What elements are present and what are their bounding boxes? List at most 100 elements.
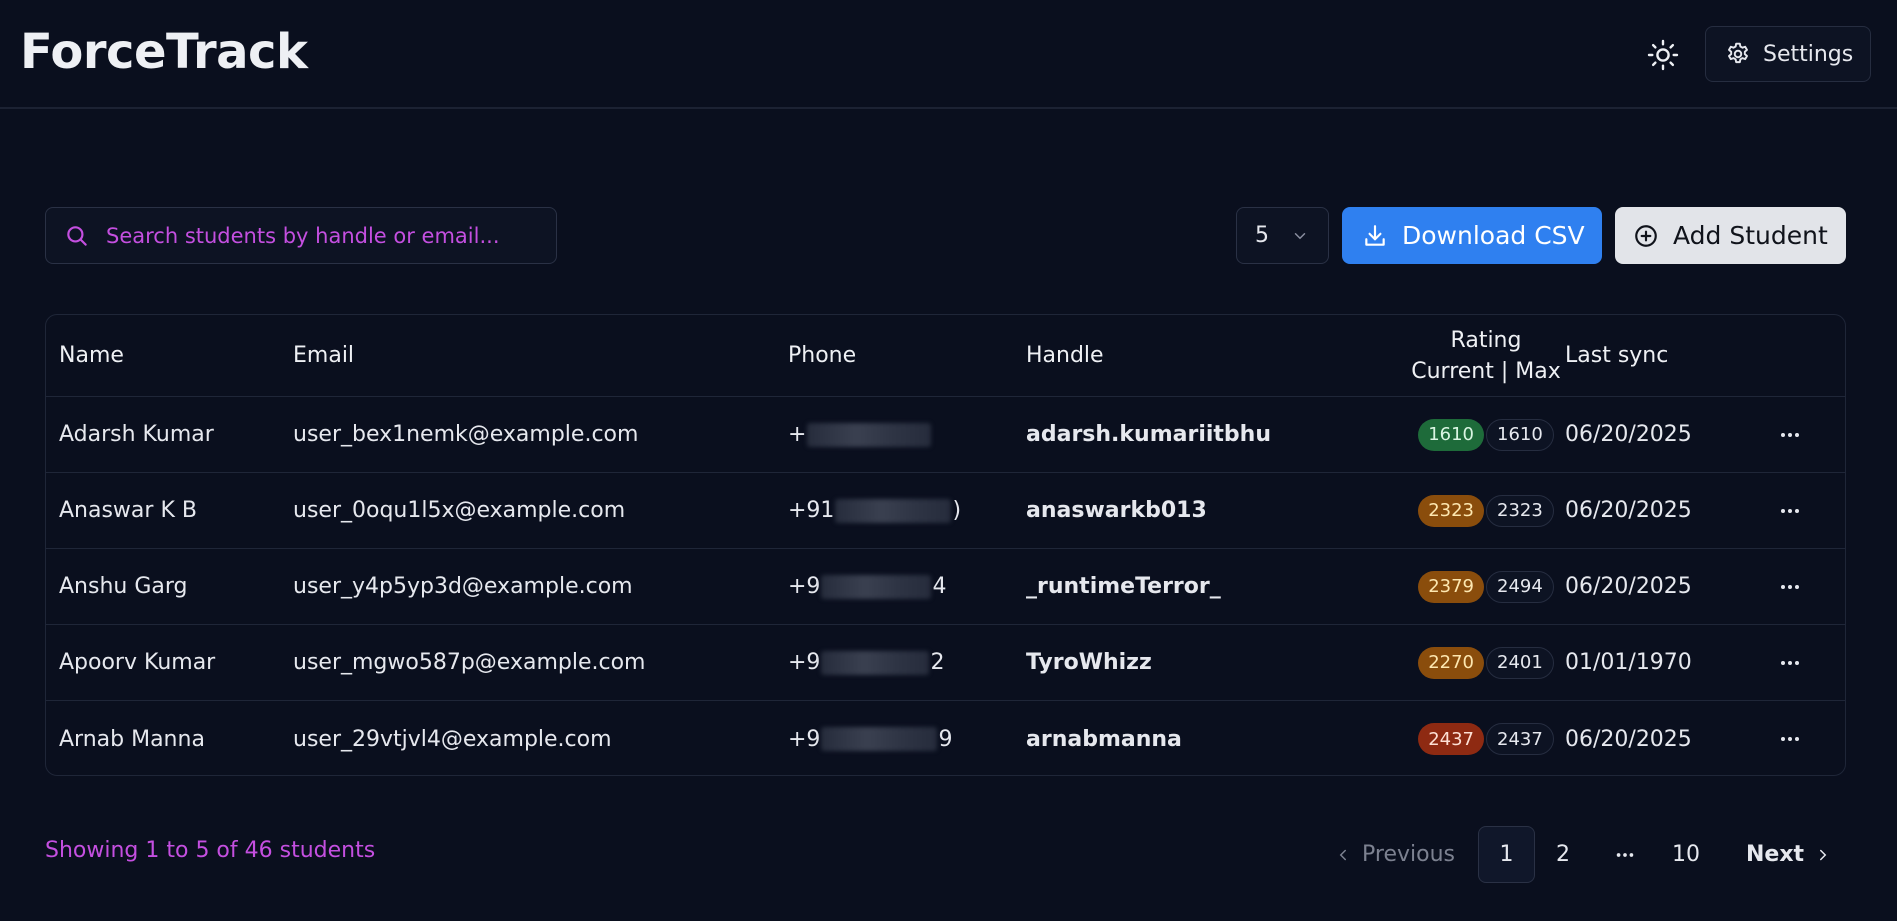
add-student-button[interactable]: Add Student	[1615, 207, 1846, 264]
student-phone: +91 )	[788, 473, 961, 548]
chevron-down-icon	[1294, 232, 1306, 239]
student-last-sync: 06/20/2025	[1565, 422, 1692, 447]
rating-header-line2: Current | Max	[1411, 358, 1561, 384]
phone-prefix: +91	[788, 498, 835, 523]
student-phone: +9 4	[788, 549, 946, 624]
rating-current-badge: 2270	[1418, 646, 1484, 679]
column-header-last-sync[interactable]: Last sync	[1565, 315, 1668, 396]
student-email: user_29vtjvl4@example.com	[293, 726, 612, 752]
student-handle[interactable]: TyroWhizz	[1026, 625, 1152, 700]
pagination: Previous 1 2 10 Next	[1318, 826, 1846, 883]
student-phone: +	[788, 397, 932, 472]
phone-prefix: +9	[788, 726, 821, 752]
student-email: user_bex1nemk@example.com	[293, 422, 639, 447]
student-name: Anaswar K B	[59, 498, 197, 523]
rating-max-badge: 2437	[1486, 723, 1554, 755]
phone-redacted	[835, 498, 952, 523]
sun-icon	[1647, 39, 1679, 71]
more-horizontal-icon	[1616, 852, 1634, 857]
search-box[interactable]	[45, 207, 557, 264]
page-2-button[interactable]: 2	[1543, 826, 1583, 883]
more-horizontal-icon	[1781, 584, 1799, 589]
phone-suffix: 4	[932, 574, 947, 599]
student-email: user_0oqu1l5x@example.com	[293, 498, 626, 523]
rating-current-badge: 2437	[1418, 723, 1484, 755]
rating-current-badge: 1610	[1418, 418, 1484, 451]
theme-toggle-button[interactable]	[1646, 38, 1680, 72]
students-table: Name Email Phone Handle Rating Current |…	[45, 314, 1846, 776]
search-input[interactable]	[106, 223, 526, 248]
table-row[interactable]: Arnab Manna user_29vtjvl4@example.com +9…	[46, 701, 1845, 775]
settings-button[interactable]: Settings	[1705, 26, 1871, 82]
plus-circle-icon	[1635, 224, 1657, 247]
table-header-row: Name Email Phone Handle Rating Current |…	[46, 315, 1845, 397]
rating-max-badge: 2323	[1486, 494, 1554, 527]
pagination-summary: Showing 1 to 5 of 46 students	[45, 838, 376, 863]
page-size-select[interactable]: 5	[1236, 207, 1329, 264]
more-horizontal-icon	[1781, 660, 1799, 665]
row-actions-button[interactable]	[1773, 549, 1807, 624]
table-row[interactable]: Anshu Garg user_y4p5yp3d@example.com +9 …	[46, 549, 1845, 625]
student-handle[interactable]: anaswarkb013	[1026, 473, 1207, 548]
student-last-sync: 01/01/1970	[1565, 650, 1692, 675]
phone-suffix: )	[952, 498, 962, 523]
student-last-sync: 06/20/2025	[1565, 498, 1692, 523]
page-size-value: 5	[1255, 223, 1269, 248]
app-title: ForceTrack	[20, 24, 308, 80]
search-icon	[67, 225, 87, 246]
rating-max-badge: 2401	[1486, 646, 1554, 679]
page-1-button[interactable]: 1	[1478, 826, 1535, 883]
gear-icon	[1728, 42, 1748, 64]
more-horizontal-icon	[1781, 737, 1799, 741]
download-csv-label: Download CSV	[1402, 221, 1585, 250]
phone-prefix: +9	[788, 650, 821, 675]
pagination-ellipsis	[1605, 826, 1645, 883]
column-header-handle[interactable]: Handle	[1026, 315, 1104, 396]
add-student-label: Add Student	[1673, 221, 1828, 250]
phone-suffix: 2	[930, 650, 945, 675]
student-email: user_mgwo587p@example.com	[293, 650, 646, 675]
row-actions-button[interactable]	[1773, 625, 1807, 700]
download-icon	[1365, 224, 1385, 246]
rating-current-badge: 2323	[1418, 494, 1484, 527]
app-header: ForceTrack Settings	[0, 0, 1897, 109]
phone-redacted	[821, 574, 932, 599]
column-header-name[interactable]: Name	[59, 315, 124, 396]
phone-prefix: +	[788, 422, 807, 447]
phone-redacted	[807, 422, 932, 447]
student-name: Anshu Garg	[59, 574, 188, 599]
phone-redacted	[821, 650, 930, 675]
student-last-sync: 06/20/2025	[1565, 726, 1692, 752]
table-row[interactable]: Anaswar K B user_0oqu1l5x@example.com +9…	[46, 473, 1845, 549]
student-handle[interactable]: adarsh.kumariitbhu	[1026, 397, 1271, 472]
column-header-email[interactable]: Email	[293, 315, 354, 396]
student-name: Apoorv Kumar	[59, 650, 216, 675]
student-phone: +9 9	[788, 701, 953, 775]
previous-label: Previous	[1362, 842, 1455, 867]
rating-header-line1: Rating	[1450, 327, 1522, 353]
rating-current-badge: 2379	[1418, 570, 1484, 603]
phone-suffix: 9	[938, 726, 953, 752]
more-horizontal-icon	[1781, 508, 1799, 513]
row-actions-button[interactable]	[1773, 473, 1807, 548]
previous-page-button[interactable]: Previous	[1334, 826, 1455, 883]
rating-max-badge: 1610	[1486, 418, 1554, 451]
student-handle[interactable]: arnabmanna	[1026, 701, 1182, 775]
page-10-button[interactable]: 10	[1666, 826, 1706, 883]
row-actions-button[interactable]	[1773, 701, 1807, 775]
chevron-left-icon	[1339, 849, 1346, 860]
rating-max-badge: 2494	[1486, 570, 1554, 603]
row-actions-button[interactable]	[1773, 397, 1807, 472]
student-name: Adarsh Kumar	[59, 422, 214, 447]
student-handle[interactable]: _runtimeTerror_	[1026, 549, 1221, 624]
download-csv-button[interactable]: Download CSV	[1342, 207, 1602, 264]
next-page-button[interactable]: Next	[1746, 826, 1832, 883]
column-header-phone[interactable]: Phone	[788, 315, 856, 396]
student-phone: +9 2	[788, 625, 944, 700]
student-name: Arnab Manna	[59, 726, 205, 752]
chevron-right-icon	[1820, 849, 1827, 860]
table-row[interactable]: Adarsh Kumar user_bex1nemk@example.com +…	[46, 397, 1845, 473]
student-last-sync: 06/20/2025	[1565, 574, 1692, 599]
table-row[interactable]: Apoorv Kumar user_mgwo587p@example.com +…	[46, 625, 1845, 701]
phone-redacted	[821, 727, 938, 751]
